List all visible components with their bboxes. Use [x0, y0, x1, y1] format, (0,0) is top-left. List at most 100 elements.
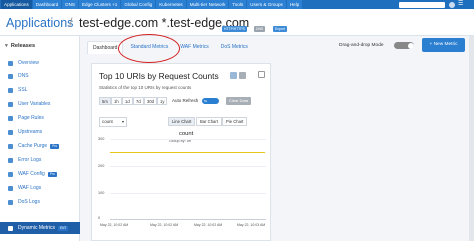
y-tick-label: 200 [98, 164, 105, 168]
x-tick-label: May 22, 10:02 AM [100, 223, 129, 227]
rules-icon [8, 115, 13, 121]
sidebar-item-ssl[interactable]: SSL [0, 84, 80, 96]
nav-tab-dns[interactable]: DNS [62, 0, 78, 9]
x-axis-line [110, 219, 266, 220]
upstreams-icon [8, 129, 13, 135]
settings-icon[interactable] [239, 72, 246, 79]
page-header: Applications / test-edge.com *.test-edge… [0, 9, 474, 36]
range-7d[interactable]: 7d [133, 97, 144, 105]
nav-tab-dashboard[interactable]: Dashboard [32, 0, 62, 9]
y-tick-label: 100 [98, 191, 105, 195]
sidebar: ▾ Releases Overview DNS SSL User Variable… [0, 36, 80, 241]
nav-tab-global-config[interactable]: Global Config [121, 0, 156, 9]
sidebar-item-dynamic-metrics[interactable]: Dynamic Metrics ENT [0, 222, 80, 234]
nav-tab-help[interactable]: Help [286, 0, 303, 9]
range-1d[interactable]: 1d [122, 97, 133, 105]
nav-tab-users-groups[interactable]: Users & Groups [247, 0, 286, 9]
range-1h[interactable]: 1h [111, 97, 122, 105]
scrollbar[interactable] [469, 36, 474, 241]
search-input[interactable] [399, 1, 445, 8]
nav-tab-multi-tier-network[interactable]: Multi-tier Network [186, 0, 229, 9]
variables-icon [8, 101, 13, 107]
metric-select[interactable]: count ▾ [99, 117, 127, 127]
sidebar-item-upstreams[interactable]: Upstreams [0, 126, 80, 138]
overview-icon [8, 60, 13, 66]
sidebar-item-label: Page Rules [18, 115, 44, 121]
gridline [110, 193, 266, 194]
dns-icon [8, 73, 13, 79]
sidebar-item-dns[interactable]: DNS [0, 70, 80, 82]
error-icon [8, 157, 13, 163]
y-tick-label: 0 [98, 216, 101, 220]
chart-title: count [179, 131, 194, 137]
sidebar-item-label: WAF Logs [18, 185, 42, 191]
sidebar-item-label: SSL [18, 87, 28, 93]
pro-badge: Pro [47, 171, 57, 177]
sidebar-item-label: DoS Logs [18, 199, 40, 205]
drag-drop-toggle[interactable] [394, 42, 414, 49]
nav-tab-tools[interactable]: Tools [229, 0, 247, 9]
x-tick-label: May 22, 10:02 AM [194, 223, 223, 227]
new-metric-button[interactable]: + New Metric [422, 38, 465, 52]
pie-chart-button[interactable]: Pie Chart [222, 117, 248, 126]
toggle-knob [407, 42, 414, 49]
lock-icon [8, 87, 13, 93]
chevron-down-icon: ▾ [5, 43, 8, 49]
nav-tab-kubernetes[interactable]: Kubernetes [156, 0, 186, 9]
line-chart-button[interactable]: Line Chart [168, 117, 196, 126]
sidebar-item-label: Cache Purge [18, 143, 48, 149]
top-navigation-bar: Applications Dashboard DNS Edge Clusters… [0, 0, 474, 9]
gridline [110, 166, 266, 167]
drag-drop-mode-label: Drag-and-drop Mode [339, 43, 384, 48]
dns-badge: DNS [254, 26, 266, 32]
tab-waf-metrics[interactable]: WAF Metrics [175, 41, 213, 54]
breadcrumb-applications[interactable]: Applications [6, 16, 73, 30]
breadcrumb-separator: / [69, 16, 73, 30]
sidebar-item-user-variables[interactable]: User Variables [0, 98, 80, 110]
logs-icon [8, 199, 13, 205]
auto-refresh-toggle[interactable]: 5s [202, 98, 219, 104]
metric-panel: Top 10 URIs by Request Counts Statistics… [91, 63, 271, 241]
sidebar-item-cache-purge[interactable]: Cache Purge Pro [0, 140, 80, 152]
panel-subtitle: Statistics of the top 10 URIs by request… [99, 85, 192, 90]
protocol-badge: HTTP/HTTPS [222, 26, 247, 32]
sidebar-item-label: Dynamic Metrics [18, 225, 55, 231]
sidebar-item-label: User Variables [18, 101, 51, 107]
sidebar-item-label: Overview [18, 60, 39, 66]
panel-title: Top 10 URIs by Request Counts [99, 71, 219, 81]
range-5m[interactable]: 5m [99, 97, 111, 105]
edit-icon[interactable] [230, 72, 237, 79]
sidebar-item-error-logs[interactable]: Error Logs [0, 154, 80, 166]
range-30d[interactable]: 30d [144, 97, 157, 105]
shield-icon [8, 171, 13, 177]
nav-tab-edge-clusters[interactable]: Edge Clusters +1 [78, 0, 121, 9]
cache-icon [8, 143, 13, 149]
sidebar-item-waf-logs[interactable]: WAF Logs [0, 182, 80, 194]
sidebar-item-waf-config[interactable]: WAF Config Pro [0, 168, 80, 180]
gridline [110, 139, 266, 140]
expand-icon[interactable] [258, 71, 265, 78]
auto-refresh-label: Auto Refresh [172, 98, 199, 103]
clear-data-button[interactable]: Clear Data [226, 97, 252, 105]
series-line [110, 151, 265, 153]
sidebar-item-label: Error Logs [18, 157, 42, 163]
sidebar-heading-label: Releases [10, 43, 36, 49]
sidebar-item-label: Upstreams [18, 129, 43, 135]
menu-icon[interactable]: ☰ [458, 0, 463, 9]
sidebar-item-page-rules[interactable]: Page Rules [0, 112, 80, 124]
metric-select-value: count [102, 119, 113, 124]
bar-chart-button[interactable]: Bar Chart [196, 117, 222, 126]
sidebar-heading[interactable]: ▾ Releases [5, 43, 35, 49]
nav-tab-applications[interactable]: Applications [1, 0, 32, 9]
sidebar-item-overview[interactable]: Overview [0, 57, 80, 69]
range-1y[interactable]: 1y [157, 97, 168, 105]
sidebar-item-label: DNS [18, 73, 29, 79]
export-button[interactable]: Export [273, 26, 287, 32]
sidebar-item-label: WAF Config [18, 171, 45, 177]
ent-badge: ENT [57, 225, 69, 231]
avatar[interactable] [449, 1, 455, 8]
sidebar-item-dos-logs[interactable]: DoS Logs [0, 196, 80, 208]
logs-icon [8, 185, 13, 191]
tab-dos-metrics[interactable]: DoS Metrics [216, 41, 253, 54]
highlight-annotation-ring [118, 34, 180, 63]
